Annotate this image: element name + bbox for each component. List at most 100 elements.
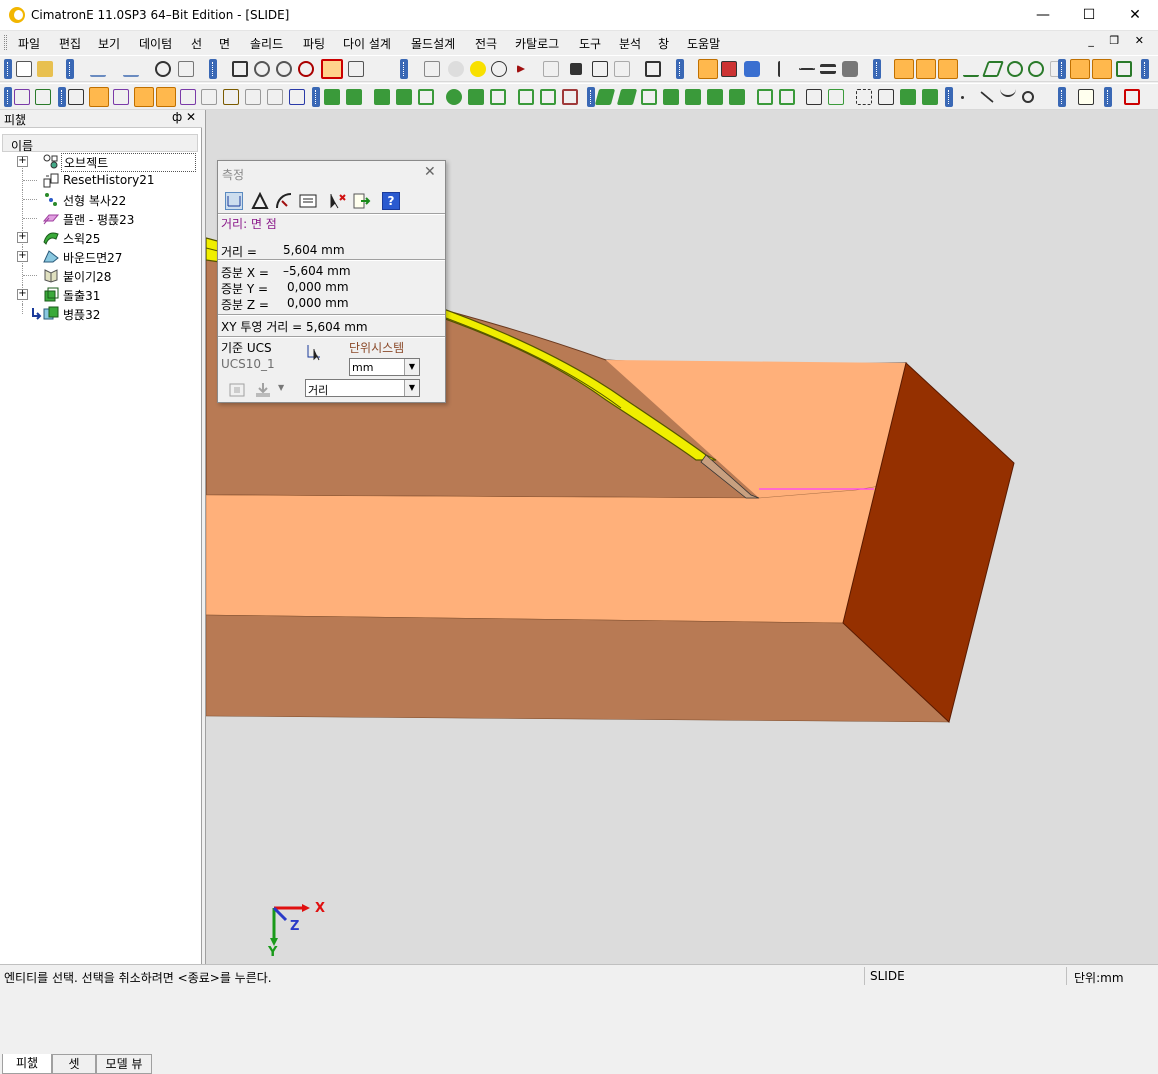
toolbar-grip[interactable] bbox=[873, 59, 881, 79]
filter-icon[interactable] bbox=[35, 89, 51, 105]
tree-item-plane-parallel[interactable]: 플랜 - 평픉23 bbox=[0, 209, 200, 228]
expand-icon[interactable]: + bbox=[17, 251, 28, 262]
solid-import-icon[interactable] bbox=[346, 89, 362, 105]
measure-angle-icon[interactable] bbox=[251, 191, 269, 210]
blend-surface-icon[interactable] bbox=[641, 89, 657, 105]
tree-column-header[interactable]: 이름 bbox=[2, 134, 198, 153]
patch-icon[interactable] bbox=[878, 89, 894, 105]
toolbar-grip[interactable] bbox=[209, 59, 217, 79]
paste-icon[interactable] bbox=[645, 61, 661, 77]
filter-object-icon[interactable] bbox=[68, 89, 84, 105]
tree-item-bound-surface[interactable]: + 바운드면27 bbox=[0, 247, 200, 266]
light-icon[interactable] bbox=[424, 61, 440, 77]
measure-radius-icon[interactable] bbox=[275, 192, 293, 210]
chevron-down-icon[interactable]: ▼ bbox=[404, 359, 419, 375]
draft-icon[interactable] bbox=[490, 89, 506, 105]
tree-item-sweep[interactable]: + 스윅25 bbox=[0, 228, 200, 247]
measure-type-select[interactable]: 거리 ▼ bbox=[305, 379, 420, 397]
filter-edge-icon[interactable] bbox=[134, 87, 154, 107]
close-button[interactable]: ✕ bbox=[1112, 0, 1158, 31]
minimize-button[interactable]: — bbox=[1020, 0, 1066, 31]
circle-icon[interactable] bbox=[1022, 91, 1034, 103]
menu-window[interactable]: 창 bbox=[658, 35, 669, 52]
expand-icon[interactable]: + bbox=[17, 156, 28, 167]
menu-electrode[interactable]: 전극 bbox=[475, 35, 497, 52]
expand-icon[interactable]: + bbox=[17, 289, 28, 300]
unfold-icon[interactable] bbox=[922, 89, 938, 105]
menu-file[interactable]: 파일 bbox=[18, 35, 40, 52]
toolbar-grip[interactable] bbox=[1104, 87, 1112, 107]
brush-icon[interactable] bbox=[842, 61, 858, 77]
tab-sets[interactable]: 셋 bbox=[52, 1054, 96, 1074]
offset-surface-icon[interactable] bbox=[707, 89, 723, 105]
rotate-icon[interactable] bbox=[298, 61, 314, 77]
bulb-select-icon[interactable] bbox=[491, 61, 507, 77]
toolbar-grip[interactable] bbox=[400, 59, 408, 79]
grid-icon[interactable] bbox=[721, 61, 737, 77]
spline-icon[interactable] bbox=[1000, 89, 1016, 97]
next-icon[interactable] bbox=[543, 61, 559, 77]
bulb-icon[interactable] bbox=[448, 61, 464, 77]
pick-ucs-icon[interactable] bbox=[306, 343, 324, 361]
filter-point-icon[interactable] bbox=[156, 87, 176, 107]
glasses-icon[interactable] bbox=[155, 61, 171, 77]
scissors-icon[interactable] bbox=[806, 89, 822, 105]
menu-catalog[interactable]: 카탈로그 bbox=[515, 35, 559, 52]
menu-parting[interactable]: 파팅 bbox=[303, 35, 325, 52]
line-icon[interactable] bbox=[980, 91, 994, 103]
box-surface-icon[interactable] bbox=[685, 89, 701, 105]
prev-icon[interactable] bbox=[517, 65, 525, 73]
measure-distance-icon[interactable] bbox=[225, 192, 243, 210]
fillet-icon[interactable] bbox=[446, 89, 462, 105]
filter-wire-icon[interactable] bbox=[180, 89, 196, 105]
menu-grip[interactable] bbox=[4, 35, 7, 50]
extrude-solid-icon[interactable] bbox=[374, 89, 390, 105]
exit-icon[interactable] bbox=[353, 192, 371, 210]
snap-line-icon[interactable] bbox=[894, 59, 914, 79]
delete-sketch-icon[interactable] bbox=[1124, 89, 1140, 105]
filter-list-icon[interactable] bbox=[289, 89, 305, 105]
maximize-button[interactable]: ☐ bbox=[1066, 0, 1112, 31]
toolbar-grip[interactable] bbox=[4, 59, 12, 79]
select-cursor-icon[interactable] bbox=[1092, 59, 1112, 79]
filter-face-icon[interactable] bbox=[89, 87, 109, 107]
fill-icon[interactable] bbox=[744, 61, 760, 77]
snap-face-icon[interactable] bbox=[982, 61, 1004, 77]
new-file-icon[interactable] bbox=[16, 61, 32, 77]
tree-item-linear-copy[interactable]: 선형 복사22 bbox=[0, 190, 200, 209]
menu-help[interactable]: 도움말 bbox=[687, 35, 720, 52]
toolbar-grip[interactable] bbox=[676, 59, 684, 79]
loft-surface-icon[interactable] bbox=[616, 89, 638, 105]
tree-icon[interactable] bbox=[178, 61, 194, 77]
layers-icon[interactable] bbox=[570, 63, 582, 75]
revolve-solid-icon[interactable] bbox=[396, 89, 412, 105]
menu-surface[interactable]: 면 bbox=[219, 35, 230, 52]
units-select[interactable]: mm ▼ bbox=[349, 358, 420, 376]
measure-info-icon[interactable] bbox=[299, 192, 317, 210]
tree-item-attach[interactable]: 붙이기28 bbox=[0, 266, 200, 285]
snap-hidden-icon[interactable] bbox=[1028, 61, 1044, 77]
toolbar-grip[interactable] bbox=[1141, 59, 1149, 79]
point-icon[interactable] bbox=[961, 96, 964, 99]
export-icon[interactable] bbox=[254, 381, 272, 399]
filter-ucs-icon[interactable] bbox=[245, 89, 261, 105]
open-folder-icon[interactable] bbox=[37, 61, 53, 77]
stitch-icon[interactable] bbox=[828, 89, 844, 105]
snap-center-icon[interactable] bbox=[938, 59, 958, 79]
shell-icon[interactable] bbox=[418, 89, 434, 105]
toolbar-grip[interactable] bbox=[1058, 87, 1066, 107]
help-icon[interactable]: ? bbox=[382, 192, 400, 210]
view-orientation-icon[interactable] bbox=[348, 61, 364, 77]
menu-analysis[interactable]: 분석 bbox=[619, 35, 641, 52]
fold-icon[interactable] bbox=[900, 89, 916, 105]
tree-item-extrude[interactable]: + 돌출31 bbox=[0, 285, 200, 304]
boolean-cut-icon[interactable] bbox=[562, 89, 578, 105]
toolbar-grip[interactable] bbox=[4, 87, 12, 107]
expand-icon[interactable]: + bbox=[17, 232, 28, 243]
bounding-box-icon[interactable] bbox=[856, 89, 872, 105]
ruler-icon[interactable] bbox=[592, 61, 608, 77]
bulb-on-icon[interactable] bbox=[470, 61, 486, 77]
filter-select-icon[interactable] bbox=[14, 89, 30, 105]
toolbar-grip[interactable] bbox=[312, 87, 320, 107]
split-surface-icon[interactable] bbox=[779, 89, 795, 105]
